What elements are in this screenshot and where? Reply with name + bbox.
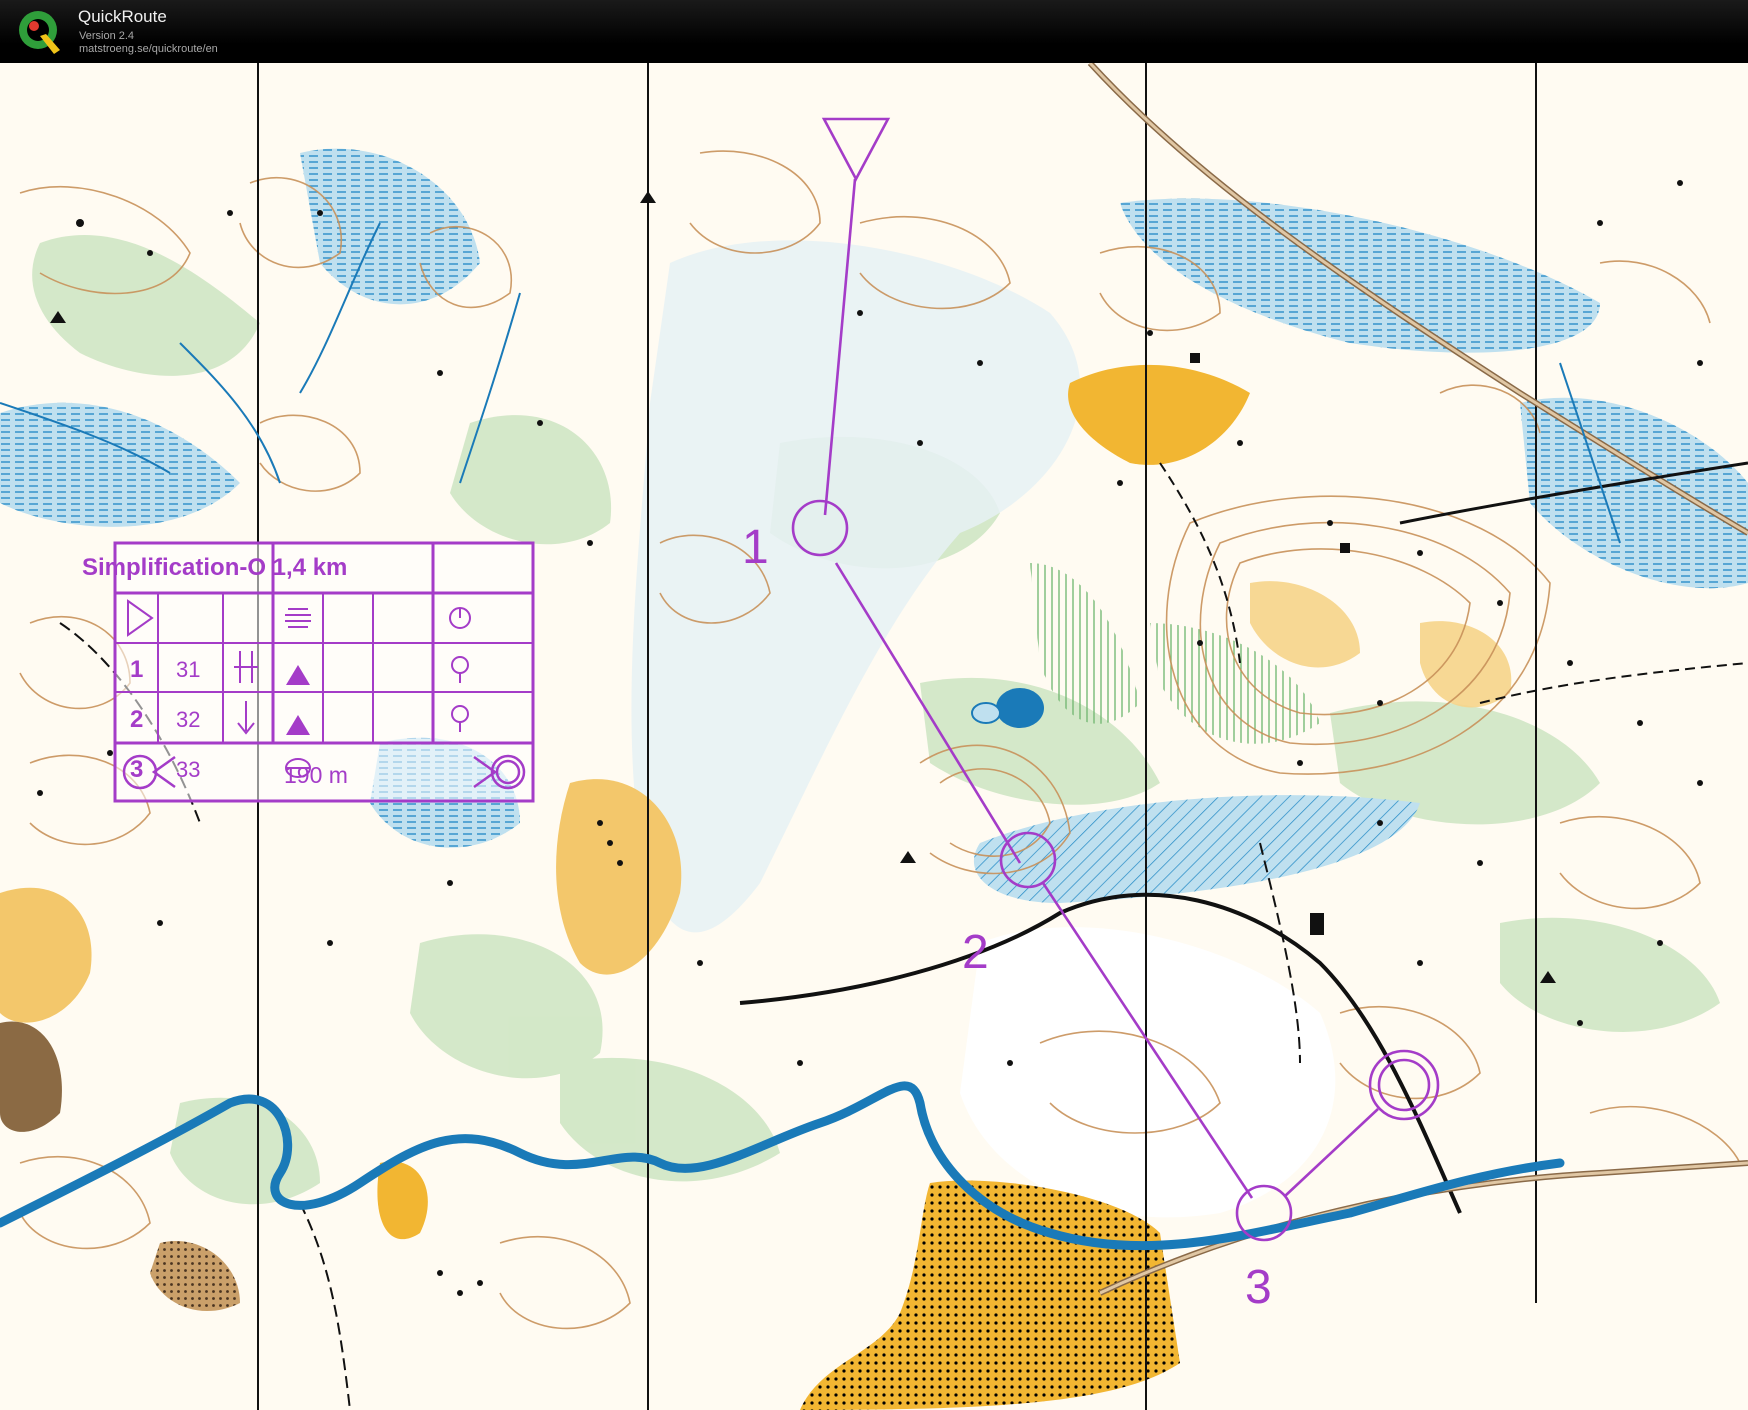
app-name: QuickRoute xyxy=(78,7,167,26)
title-bar: QuickRoute Version 2.4 matstroeng.se/qui… xyxy=(0,0,1748,63)
legend-row-3-code: 33 xyxy=(176,757,200,782)
legend-finish-distance: 190 m xyxy=(284,762,348,788)
legend-row-3-number: 3 xyxy=(130,756,143,783)
control-label-1: 1 xyxy=(742,521,769,574)
legend-row-1-number: 1 xyxy=(130,656,143,683)
control-description-sheet: Simplification-O 1,4 km 1 31 2 32 3 33 1… xyxy=(82,541,535,803)
control-label-2: 2 xyxy=(962,926,989,979)
legend-title: Simplification-O 1,4 km xyxy=(82,554,347,581)
legend-row-2-code: 32 xyxy=(176,707,200,732)
legend-row-1-code: 31 xyxy=(176,657,200,682)
app-version: Version 2.4 xyxy=(79,30,135,42)
app-url: matstroeng.se/quickroute/en xyxy=(79,43,218,55)
map-canvas[interactable]: 1 2 3 Simplification-O 1,4 km 1 31 2 32 … xyxy=(0,63,1748,1410)
control-label-3: 3 xyxy=(1245,1261,1272,1314)
orienteering-map[interactable]: 1 2 3 Simplification-O 1,4 km 1 31 2 32 … xyxy=(0,63,1748,1410)
quickroute-logo-icon xyxy=(19,11,60,54)
legend-row-2-number: 2 xyxy=(130,706,143,733)
